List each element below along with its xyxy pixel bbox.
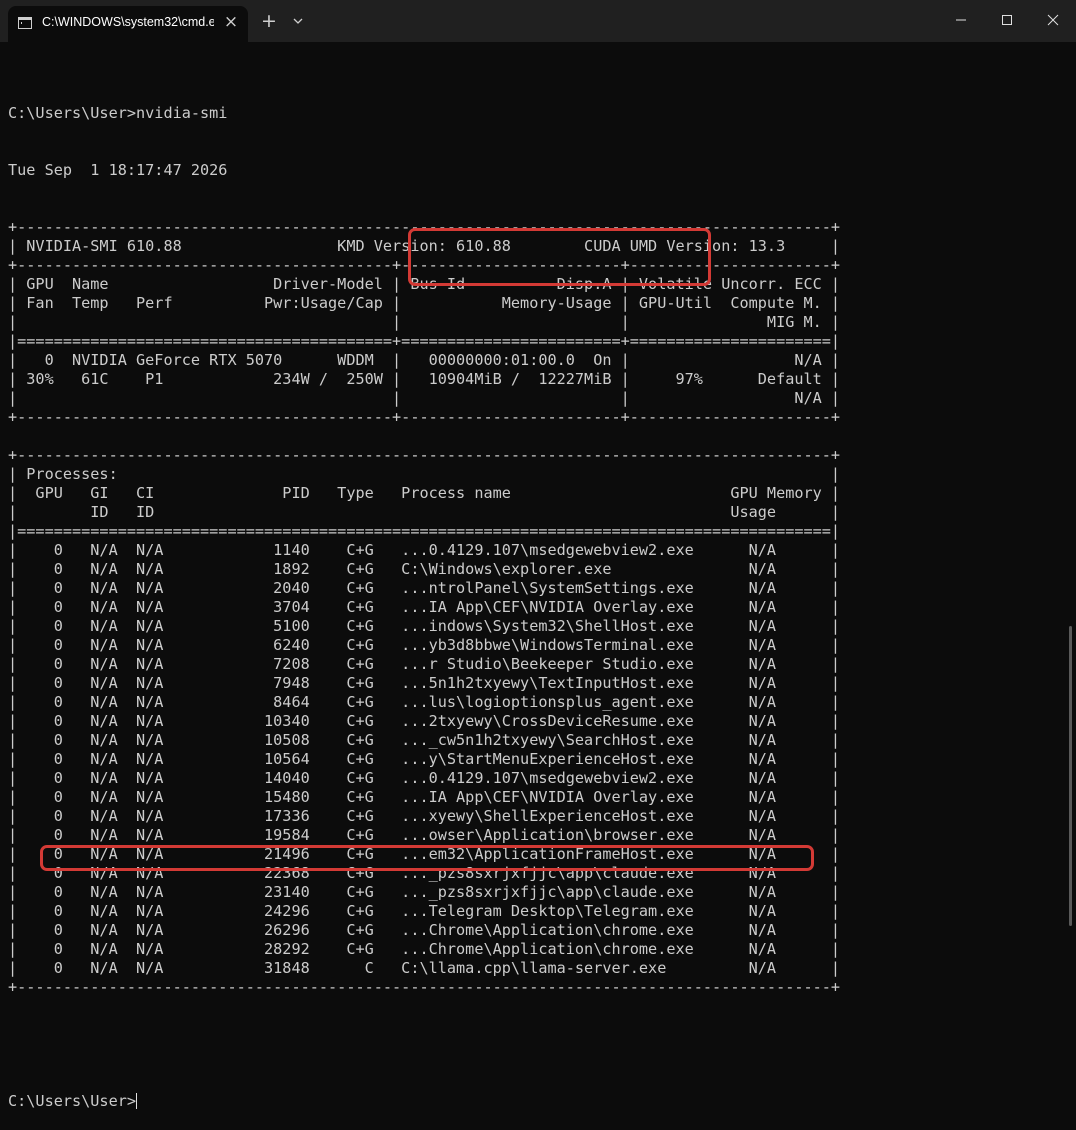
output-line: | 0 N/A N/A 31848 C C:\llama.cpp\llama-s… — [8, 959, 841, 977]
output-line: | 0 N/A N/A 2040 C+G ...ntrolPanel\Syste… — [8, 579, 841, 597]
output-line: | Processes: | — [8, 465, 841, 483]
output-line: +---------------------------------------… — [8, 408, 841, 426]
output-line: +---------------------------------------… — [8, 978, 841, 996]
output-line: | | | N/A | — [8, 389, 841, 407]
llama-server-highlight — [40, 845, 814, 871]
output-line: | GPU GI CI PID Type Process name GPU Me… — [8, 484, 841, 502]
output-line: | 0 N/A N/A 15480 C+G ...IA App\CEF\NVID… — [8, 788, 841, 806]
output-line: | 0 N/A N/A 14040 C+G ...0.4129.107\msed… — [8, 769, 841, 787]
output-line: | Fan Temp Perf Pwr:Usage/Cap | Memory-U… — [8, 294, 841, 312]
command-line: C:\Users\User>nvidia-smi — [8, 104, 228, 122]
output-line: | 0 N/A N/A 23140 C+G ..._pzs8sxrjxfjjc\… — [8, 883, 841, 901]
output-line: | 0 N/A N/A 1892 C+G C:\Windows\explorer… — [8, 560, 841, 578]
output-line: | 0 N/A N/A 28292 C+G ...Chrome\Applicat… — [8, 940, 841, 958]
prompt-line[interactable]: C:\Users\User> — [8, 1092, 840, 1111]
output-line: | 0 N/A N/A 10564 C+G ...y\StartMenuExpe… — [8, 750, 841, 768]
maximize-icon[interactable] — [984, 0, 1030, 40]
close-icon[interactable] — [1030, 0, 1076, 40]
minimize-icon[interactable] — [938, 0, 984, 40]
output-line: | 0 N/A N/A 10340 C+G ...2txyewy\CrossDe… — [8, 712, 841, 730]
prompt: C:\Users\User> — [8, 1092, 137, 1110]
output-line: |=======================================… — [8, 332, 841, 350]
nvidia-smi-output: +---------------------------------------… — [8, 218, 840, 997]
title-bar: C:\WINDOWS\system32\cmd.exe × + — [0, 0, 1076, 42]
output-line: |=======================================… — [8, 522, 841, 540]
close-tab-icon[interactable]: × — [222, 13, 240, 31]
output-line: | | | MIG M. | — [8, 313, 841, 331]
scrollbar[interactable] — [1069, 626, 1072, 926]
output-line: | 0 NVIDIA GeForce RTX 5070 WDDM | 00000… — [8, 351, 841, 369]
output-line: | 0 N/A N/A 17336 C+G ...xyewy\ShellExpe… — [8, 807, 841, 825]
output-line: | 0 N/A N/A 26296 C+G ...Chrome\Applicat… — [8, 921, 841, 939]
output-line: | 0 N/A N/A 19584 C+G ...owser\Applicati… — [8, 826, 841, 844]
output-line: | 0 N/A N/A 8464 C+G ...lus\logioptionsp… — [8, 693, 841, 711]
terminal-output[interactable]: C:\Users\User>nvidia-smi Tue Sep 1 18:17… — [8, 66, 840, 1130]
output-line: | 30% 61C P1 234W / 250W | 10904MiB / 12… — [8, 370, 841, 388]
output-line: | 0 N/A N/A 6240 C+G ...yb3d8bbwe\Window… — [8, 636, 841, 654]
chevron-down-icon[interactable] — [290, 13, 306, 29]
output-line: | 0 N/A N/A 24296 C+G ...Telegram Deskto… — [8, 902, 841, 920]
gpu-memory-highlight — [408, 228, 711, 286]
output-line: | 0 N/A N/A 1140 C+G ...0.4129.107\msedg… — [8, 541, 841, 559]
output-line: | 0 N/A N/A 7208 C+G ...r Studio\Beekeep… — [8, 655, 841, 673]
cmd-icon — [18, 17, 32, 29]
output-line: | 0 N/A N/A 5100 C+G ...indows\System32\… — [8, 617, 841, 635]
output-line: | 0 N/A N/A 7948 C+G ...5n1h2txyewy\Text… — [8, 674, 841, 692]
text-cursor — [136, 1093, 138, 1109]
output-line: | 0 N/A N/A 3704 C+G ...IA App\CEF\NVIDI… — [8, 598, 841, 616]
tab-title: C:\WINDOWS\system32\cmd.exe — [42, 15, 214, 29]
output-line: | ID ID Usage | — [8, 503, 841, 521]
timestamp-line: Tue Sep 1 18:17:47 2026 — [8, 161, 228, 179]
terminal-tab[interactable]: C:\WINDOWS\system32\cmd.exe × — [8, 6, 248, 42]
output-line: | 0 N/A N/A 10508 C+G ..._cw5n1h2txyewy\… — [8, 731, 841, 749]
output-line: +---------------------------------------… — [8, 446, 841, 464]
plus-icon[interactable]: + — [260, 12, 278, 31]
